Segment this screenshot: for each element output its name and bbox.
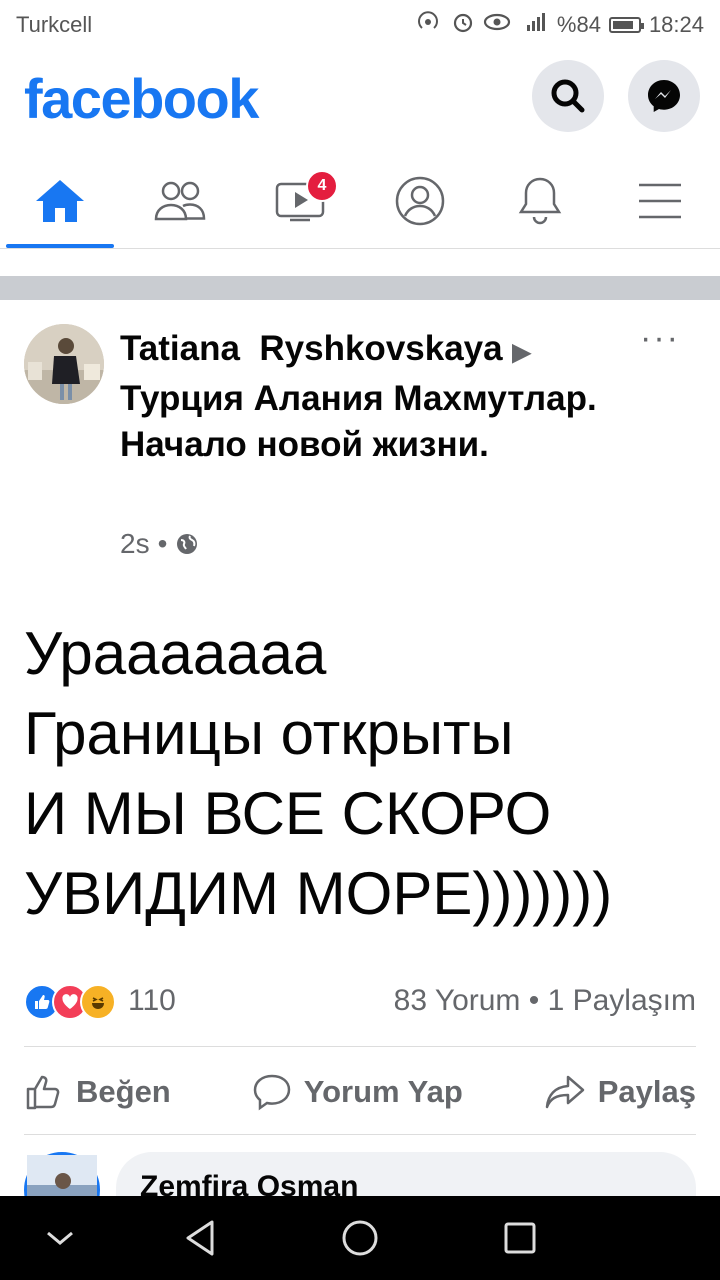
more-options-button[interactable]: ··· [640,321,680,355]
tab-menu[interactable] [600,156,720,246]
messenger-button[interactable] [628,60,700,132]
comment-icon [253,1074,290,1111]
reaction-count: 110 [128,984,176,1017]
battery-percent: %84 [556,12,601,37]
comment-preview[interactable]: Zemfira Osman [0,1150,720,1200]
tab-profile[interactable] [360,156,480,246]
alarm-icon [451,10,475,40]
group-name[interactable]: Турция Алания Махмутлар. Начало новой жи… [120,379,597,464]
like-label: Beğen [76,1074,171,1109]
app-header: facebook [0,48,720,156]
tab-notifications[interactable] [480,156,600,246]
chevron-down-icon [47,1231,73,1245]
reactions-summary[interactable]: 110 83 Yorum • 1 Paylaşım [24,980,696,1024]
post-actions: Beğen Yorum Yap Paylaş [24,1060,696,1124]
clock: 18:24 [648,12,704,37]
meta-dot: • [157,528,168,559]
home-icon [36,180,84,222]
comment-button[interactable]: Yorum Yap [252,1073,463,1111]
messenger-icon [648,80,680,112]
like-button[interactable]: Beğen [24,1072,171,1112]
separator [24,1134,696,1135]
reaction-icons [24,984,116,1020]
battery-icon [608,17,644,33]
share-icon [545,1075,584,1109]
system-nav-bar [0,1196,720,1280]
tab-home[interactable] [0,156,120,248]
bell-icon [518,177,562,225]
back-button[interactable] [178,1216,222,1260]
haha-reaction-icon [80,984,116,1020]
back-triangle-icon [186,1220,214,1256]
post-text: Урааааааа Границы открыты И МЫ ВСЕ СКОРО… [24,620,613,927]
search-button[interactable] [532,60,604,132]
hotspot-icon [417,11,443,39]
feed-divider [0,276,720,300]
post-time[interactable]: 2s [120,528,150,560]
commenter-avatar[interactable] [24,1152,100,1200]
thumbs-up-icon [26,1075,60,1110]
facebook-logo[interactable]: facebook [24,66,259,131]
watch-badge: 4 [306,170,338,202]
arrow-right-icon: ▶ [512,339,531,366]
friends-icon [154,181,206,221]
status-bar: Turkcell %84 18:24 [0,0,720,48]
search-icon [551,79,585,113]
status-icons: %84 18:24 [417,10,704,40]
tab-watch[interactable]: 4 [240,156,360,246]
home-circle-icon [342,1220,378,1256]
post-header-text: Tatiana Ryshkovskaya ▶ Турция Алания Мах… [120,326,600,468]
author-avatar[interactable] [24,324,104,404]
profile-icon [395,176,445,226]
post-meta: 2s • [120,528,199,560]
hamburger-icon [639,183,681,219]
nav-tabs: 4 [0,156,720,249]
recents-button[interactable] [498,1216,542,1260]
tab-friends[interactable] [120,156,240,246]
separator [24,1046,696,1047]
share-label: Paylaş [597,1074,696,1109]
author-name[interactable]: Tatiana Ryshkovskaya [120,329,503,368]
comment-label: Yorum Yap [303,1074,463,1109]
collapse-button[interactable] [38,1216,82,1260]
share-button[interactable]: Paylaş [544,1073,696,1111]
eye-icon [483,12,511,38]
home-nav-button[interactable] [338,1216,382,1260]
comment-bubble[interactable]: Zemfira Osman [116,1152,696,1200]
engagement-summary[interactable]: 83 Yorum • 1 Paylaşım [394,984,696,1018]
square-icon [504,1222,536,1254]
globe-icon [177,534,198,554]
signal-icon [519,11,549,39]
carrier-name: Turkcell [16,12,93,37]
